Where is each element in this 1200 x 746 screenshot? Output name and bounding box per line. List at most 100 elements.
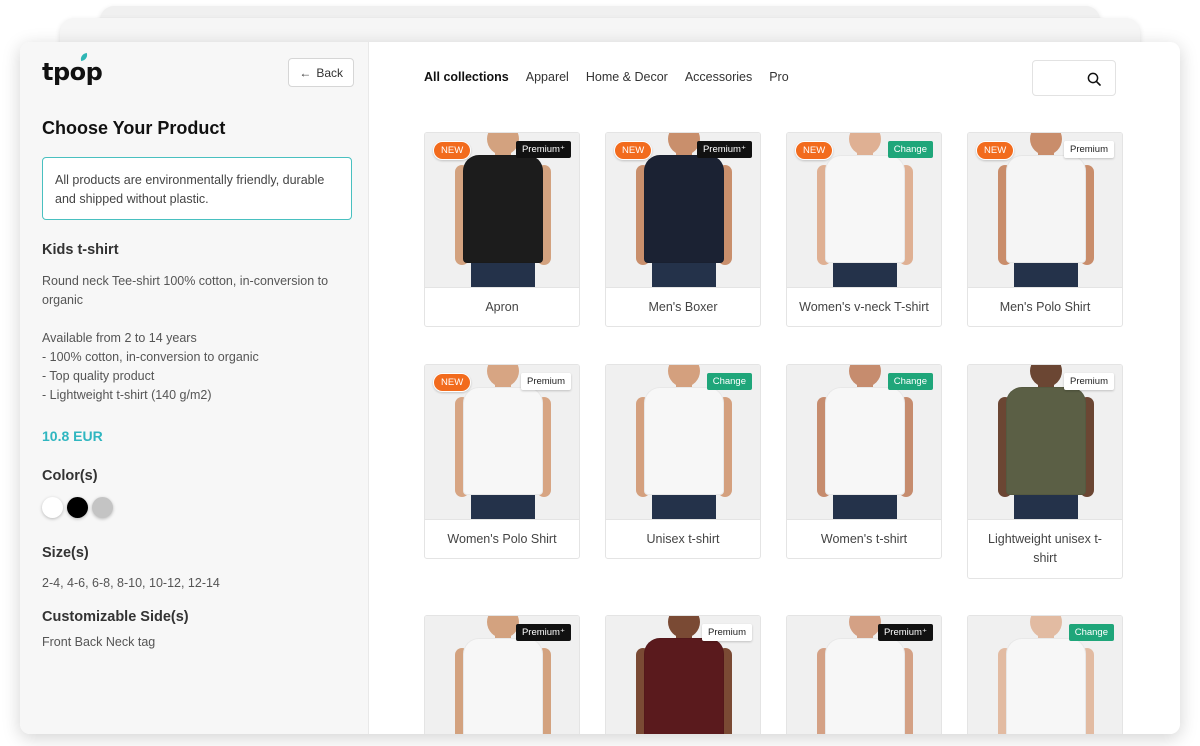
- collection-nav: All collections Apparel Home & Decor Acc…: [424, 70, 789, 84]
- search-input[interactable]: [1032, 60, 1116, 96]
- product-name-label: Lightweight unisex t-shirt: [988, 532, 1102, 565]
- model-legs: [833, 261, 897, 287]
- garment-shape: [825, 638, 905, 734]
- catalog-main: All collections Apparel Home & Decor Acc…: [369, 42, 1180, 734]
- sides-heading: Customizable Side(s): [42, 609, 189, 625]
- garment-shape: [644, 638, 724, 734]
- app-window: tpop ← Back Choose Your Product All prod…: [20, 42, 1180, 734]
- product-card[interactable]: NEW Premium⁺ Men's Boxer: [605, 132, 761, 327]
- product-card[interactable]: NEW Premium Women's Polo Shirt: [424, 364, 580, 559]
- tier-badge: Premium: [1063, 373, 1114, 390]
- product-image: Change: [606, 365, 760, 520]
- tier-badge: Premium⁺: [877, 624, 933, 641]
- new-badge: NEW: [433, 141, 472, 160]
- back-button[interactable]: ← Back: [288, 58, 354, 87]
- color-swatch-white[interactable]: [42, 497, 63, 518]
- product-name: Kids t-shirt: [42, 242, 119, 258]
- garment-shape: [1006, 638, 1086, 734]
- garment-shape: [644, 155, 724, 263]
- product-detail-sidebar: tpop ← Back Choose Your Product All prod…: [20, 42, 369, 734]
- nav-item-home-decor[interactable]: Home & Decor: [586, 70, 668, 84]
- model-head: [668, 616, 700, 638]
- color-swatch-black[interactable]: [67, 497, 88, 518]
- tier-badge: Change: [706, 373, 752, 390]
- color-swatch-grey[interactable]: [92, 497, 113, 518]
- nav-item-apparel[interactable]: Apparel: [526, 70, 569, 84]
- detail-line: Available from 2 to 14 years: [42, 331, 197, 345]
- product-card[interactable]: Premium⁺: [424, 615, 580, 734]
- new-badge: NEW: [795, 141, 834, 160]
- model-head: [849, 365, 881, 387]
- garment-shape: [1006, 387, 1086, 495]
- product-card[interactable]: Change: [967, 615, 1123, 734]
- detail-line: - Lightweight t-shirt (140 g/m2): [42, 388, 212, 402]
- product-details: Available from 2 to 14 years - 100% cott…: [42, 329, 347, 405]
- model-head: [487, 365, 519, 387]
- model-legs: [1014, 261, 1078, 287]
- search-icon[interactable]: [1087, 72, 1101, 86]
- tier-badge: Change: [887, 141, 933, 158]
- eco-notice: All products are environmentally friendl…: [42, 157, 352, 220]
- garment-shape: [463, 638, 543, 734]
- model-head: [487, 616, 519, 638]
- brand-logo[interactable]: tpop: [42, 52, 103, 86]
- garment-shape: [1006, 155, 1086, 263]
- product-image: NEW Premium: [425, 365, 579, 520]
- product-card[interactable]: Premium: [605, 615, 761, 734]
- model-legs: [652, 493, 716, 519]
- tier-badge: Premium: [520, 373, 571, 390]
- product-name-label: Men's Polo Shirt: [999, 299, 1091, 314]
- product-name-label: Women's t-shirt: [820, 531, 908, 546]
- product-card[interactable]: Change Women's t-shirt: [786, 364, 942, 559]
- product-image: NEW Change: [787, 133, 941, 288]
- product-card[interactable]: Change Unisex t-shirt: [605, 364, 761, 559]
- new-badge: NEW: [976, 141, 1015, 160]
- garment-shape: [825, 155, 905, 263]
- tier-badge: Premium⁺: [515, 624, 571, 641]
- model-head: [668, 365, 700, 387]
- product-image: Change: [787, 365, 941, 520]
- product-name-label: Unisex t-shirt: [646, 531, 720, 546]
- tier-badge: Premium: [701, 624, 752, 641]
- garment-shape: [825, 387, 905, 495]
- product-image: NEW Premium⁺: [425, 133, 579, 288]
- product-card[interactable]: Premium⁺: [786, 615, 942, 734]
- garment-shape: [463, 155, 543, 263]
- tier-badge: Change: [1068, 624, 1114, 641]
- product-card[interactable]: NEW Premium Men's Polo Shirt: [967, 132, 1123, 327]
- nav-item-pro[interactable]: Pro: [769, 70, 788, 84]
- product-card[interactable]: Premium Lightweight unisex t-shirt: [967, 364, 1123, 579]
- tier-badge: Premium: [1063, 141, 1114, 158]
- model-head: [668, 133, 700, 155]
- product-description: Round neck Tee-shirt 100% cotton, in-con…: [42, 274, 329, 307]
- model-legs: [833, 493, 897, 519]
- page-title: Choose Your Product: [42, 118, 226, 138]
- back-button-label: Back: [316, 65, 343, 80]
- model-head: [1030, 133, 1062, 155]
- garment-shape: [644, 387, 724, 495]
- product-name-label: Men's Boxer: [648, 299, 718, 314]
- model-legs: [471, 493, 535, 519]
- color-swatches: [42, 497, 113, 518]
- model-head: [1030, 365, 1062, 387]
- nav-item-accessories[interactable]: Accessories: [685, 70, 752, 84]
- product-card[interactable]: NEW Premium⁺ Apron: [424, 132, 580, 327]
- product-image: NEW Premium: [968, 133, 1122, 288]
- detail-line: - 100% cotton, in-conversion to organic: [42, 350, 259, 364]
- colors-heading: Color(s): [42, 468, 98, 484]
- detail-line: - Top quality product: [42, 369, 155, 383]
- product-name-label: Women's v-neck T-shirt: [799, 299, 929, 314]
- nav-item-all-collections[interactable]: All collections: [424, 70, 509, 84]
- model-legs: [471, 261, 535, 287]
- product-image: NEW Premium⁺: [606, 133, 760, 288]
- tier-badge: Premium⁺: [515, 141, 571, 158]
- model-head: [849, 616, 881, 638]
- arrow-left-icon: ←: [299, 65, 312, 80]
- product-card[interactable]: NEW Change Women's v-neck T-shirt: [786, 132, 942, 327]
- sizes-heading: Size(s): [42, 545, 89, 561]
- model-legs: [1014, 493, 1078, 519]
- sides-list: Front Back Neck tag: [42, 635, 156, 649]
- model-legs: [652, 261, 716, 287]
- new-badge: NEW: [614, 141, 653, 160]
- product-image: Premium: [968, 365, 1122, 520]
